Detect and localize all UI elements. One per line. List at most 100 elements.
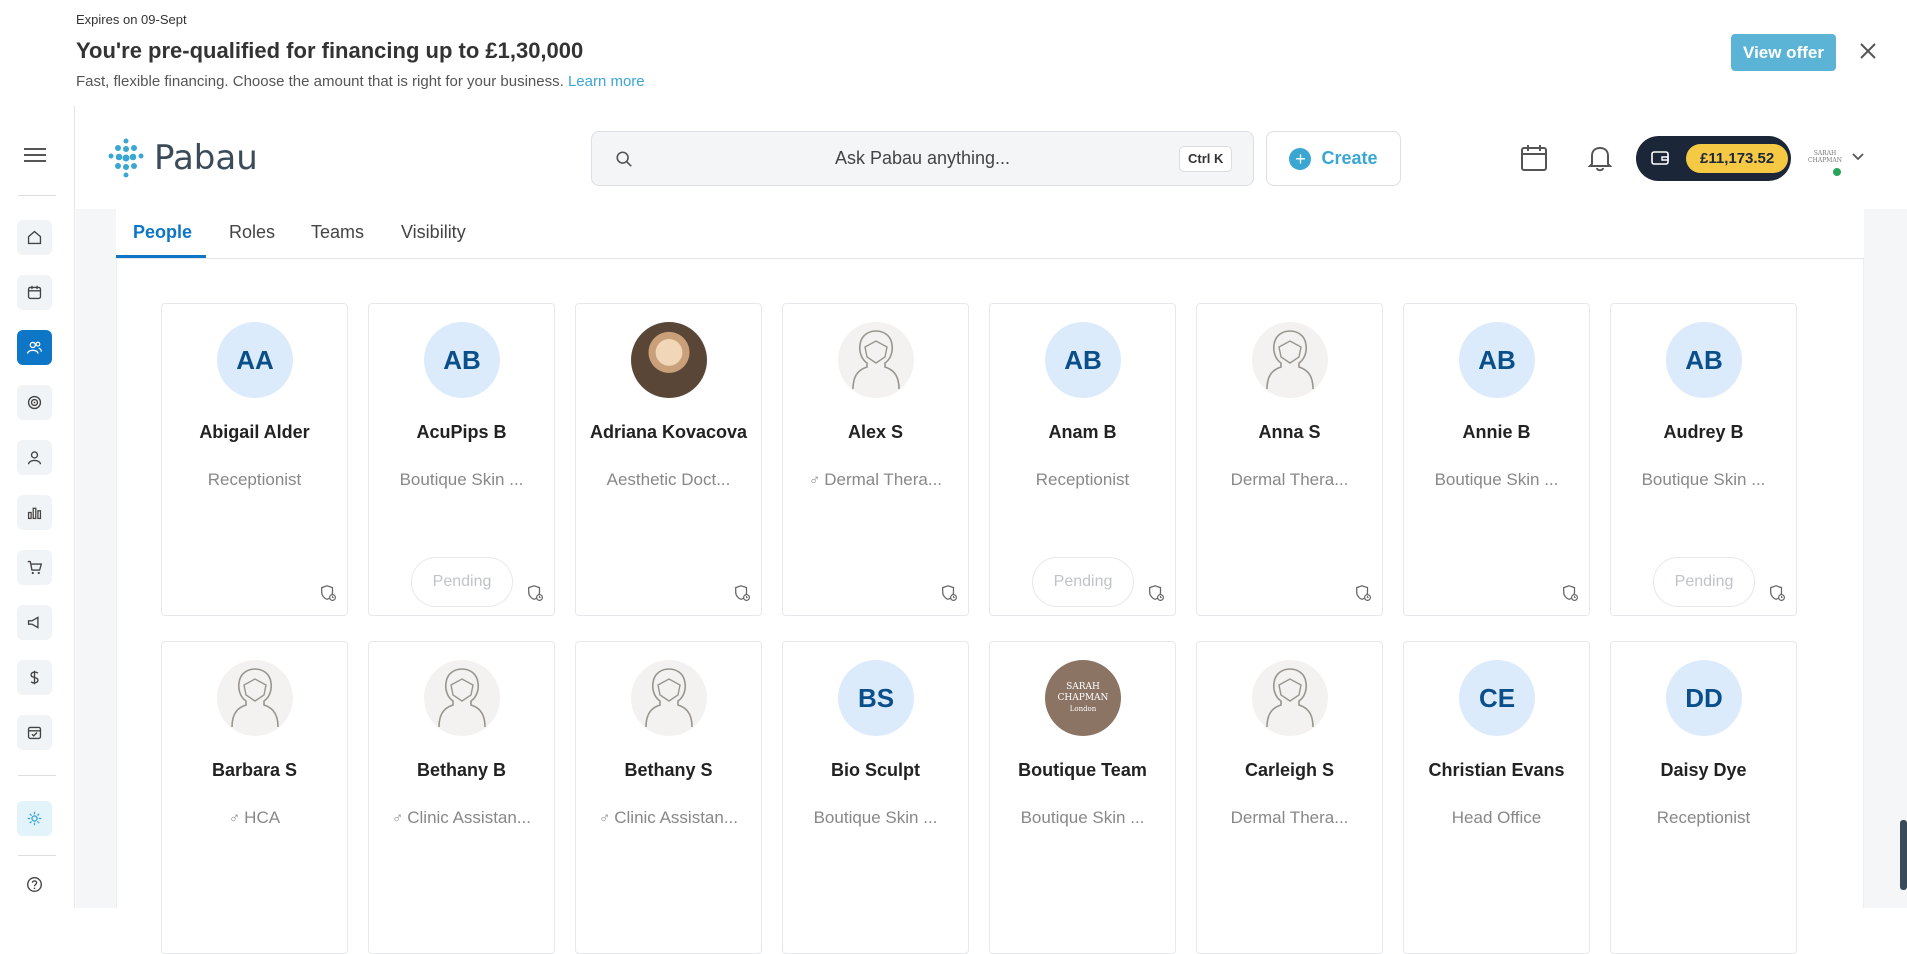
person-role-text: Boutique Skin ... [1641, 470, 1766, 489]
tab-teams[interactable]: Teams [311, 222, 364, 243]
create-button[interactable]: + Create [1266, 131, 1401, 186]
person-card[interactable]: Bethany B ♂ Clinic Assistan... [368, 641, 555, 954]
person-card[interactable]: Bethany S ♂ Clinic Assistan... [575, 641, 762, 954]
close-icon[interactable] [1855, 38, 1881, 66]
target-icon[interactable] [17, 385, 52, 420]
placeholder-avatar-icon [424, 660, 500, 736]
person-name: Bio Sculpt [831, 760, 920, 780]
scrollbar[interactable] [1900, 820, 1907, 890]
banner-subtext-text: Fast, flexible financing. Choose the amo… [76, 73, 564, 90]
person-card[interactable]: AB Audrey B Boutique Skin ... Pending [1610, 303, 1797, 616]
person-role: ♂ HCA [162, 808, 347, 828]
person-role: Dermal Thera... [1197, 470, 1382, 490]
user-avatar-text: SARAH CHAPMAN [1808, 150, 1842, 164]
person-role-text: Boutique Skin ... [1020, 808, 1145, 827]
pending-badge[interactable]: Pending [1032, 557, 1134, 607]
person-role-text: Boutique Skin ... [1434, 470, 1559, 489]
brand-avatar-text: CHAPMAN [1057, 692, 1109, 703]
tab-people[interactable]: People [133, 222, 192, 243]
person-card[interactable]: Alex S ♂ Dermal Thera... [782, 303, 969, 616]
rail-divider [18, 195, 56, 196]
tab-roles[interactable]: Roles [229, 222, 275, 243]
left-nav-rail [0, 106, 75, 908]
placeholder-avatar-icon [1252, 322, 1328, 398]
home-icon[interactable] [17, 220, 52, 255]
online-status-dot [1832, 167, 1842, 177]
avatar: AA [217, 322, 293, 398]
person-role: ♂ Dermal Thera... [783, 470, 968, 490]
person-card[interactable]: DD Daisy Dye Receptionist [1610, 641, 1797, 954]
person-role: Dermal Thera... [1197, 808, 1382, 828]
active-tab-indicator [116, 255, 206, 258]
calendar-check-icon[interactable] [17, 715, 52, 750]
plus-icon: + [1289, 147, 1312, 170]
permissions-shield-icon[interactable] [1147, 584, 1165, 602]
person-role-text: Head Office [1451, 808, 1542, 827]
bell-icon[interactable] [1585, 143, 1615, 173]
person-card[interactable]: BS Bio Sculpt Boutique Skin ... [782, 641, 969, 954]
person-role: Head Office [1404, 808, 1589, 828]
male-symbol-icon: ♂ [808, 472, 821, 489]
megaphone-icon[interactable] [17, 605, 52, 640]
person-card[interactable]: AB Anam B Receptionist Pending [989, 303, 1176, 616]
calendar-icon[interactable] [1519, 143, 1549, 173]
banner-subtext: Fast, flexible financing. Choose the amo… [76, 73, 645, 90]
user-avatar[interactable]: SARAH CHAPMAN [1806, 141, 1844, 179]
tab-visibility[interactable]: Visibility [401, 222, 466, 243]
person-name: Audrey B [1663, 422, 1744, 442]
person-card[interactable]: Barbara S ♂ HCA [161, 641, 348, 954]
permissions-shield-icon[interactable] [526, 584, 544, 602]
pending-badge[interactable]: Pending [1653, 557, 1755, 607]
people-icon[interactable] [17, 330, 52, 365]
permissions-shield-icon[interactable] [1768, 584, 1786, 602]
placeholder-avatar-icon [217, 660, 293, 736]
person-card[interactable]: SARAH CHAPMAN London Boutique Team Boutique … [989, 641, 1176, 954]
wallet-balance[interactable]: £11,173.52 [1636, 136, 1791, 181]
person-card[interactable]: CE Christian Evans Head Office [1403, 641, 1590, 954]
dollar-icon[interactable] [17, 660, 52, 695]
person-name: AcuPips B [416, 422, 507, 442]
avatar: SARAH CHAPMAN London [1045, 660, 1121, 736]
avatar: AB [1666, 322, 1742, 398]
permissions-shield-icon[interactable] [319, 584, 337, 602]
pabau-logo[interactable]: Pabau [104, 136, 258, 180]
rail-divider [18, 855, 56, 856]
hamburger-menu-icon[interactable] [24, 148, 46, 166]
person-role: Receptionist [1611, 808, 1796, 828]
chevron-down-icon[interactable] [1851, 152, 1865, 162]
user-icon[interactable] [17, 440, 52, 475]
person-card[interactable]: AB Annie B Boutique Skin ... [1403, 303, 1590, 616]
permissions-shield-icon[interactable] [733, 584, 751, 602]
avatar: AB [1459, 322, 1535, 398]
keyboard-shortcut-badge: Ctrl K [1179, 146, 1233, 172]
help-icon[interactable] [17, 867, 52, 902]
person-role-text: Receptionist [207, 470, 302, 489]
person-name: Abigail Alder [199, 422, 310, 442]
person-role: Boutique Skin ... [783, 808, 968, 828]
avatar: DD [1666, 660, 1742, 736]
person-card[interactable]: Anna S Dermal Thera... [1196, 303, 1383, 616]
team-tabs: People Roles Teams Visibility [116, 209, 1864, 259]
person-card[interactable]: AA Abigail Alder Receptionist [161, 303, 348, 616]
learn-more-link[interactable]: Learn more [568, 73, 645, 90]
person-card[interactable]: Adriana Kovacova Aesthetic Doct... [575, 303, 762, 616]
person-card[interactable]: AB AcuPips B Boutique Skin ... Pending [368, 303, 555, 616]
person-card[interactable]: Carleigh S Dermal Thera... [1196, 641, 1383, 954]
permissions-shield-icon[interactable] [1354, 584, 1372, 602]
logo-name: Pabau [154, 138, 258, 178]
permissions-shield-icon[interactable] [940, 584, 958, 602]
settings-sun-icon[interactable] [17, 801, 52, 836]
view-offer-button[interactable]: View offer [1731, 34, 1836, 71]
cart-icon[interactable] [17, 550, 52, 585]
search-bar[interactable]: Ask Pabau anything... Ctrl K [591, 131, 1254, 186]
person-name: Boutique Team [1018, 760, 1147, 780]
rail-divider [18, 775, 56, 776]
person-name: Anam B [1048, 422, 1117, 442]
pending-badge[interactable]: Pending [411, 557, 513, 607]
permissions-shield-icon[interactable] [1561, 584, 1579, 602]
pabau-logo-mark-icon [108, 138, 144, 178]
brand-avatar-text: SARAH [1066, 681, 1100, 692]
reports-icon[interactable] [17, 495, 52, 530]
placeholder-avatar-icon [1252, 660, 1328, 736]
calendar-icon[interactable] [17, 275, 52, 310]
